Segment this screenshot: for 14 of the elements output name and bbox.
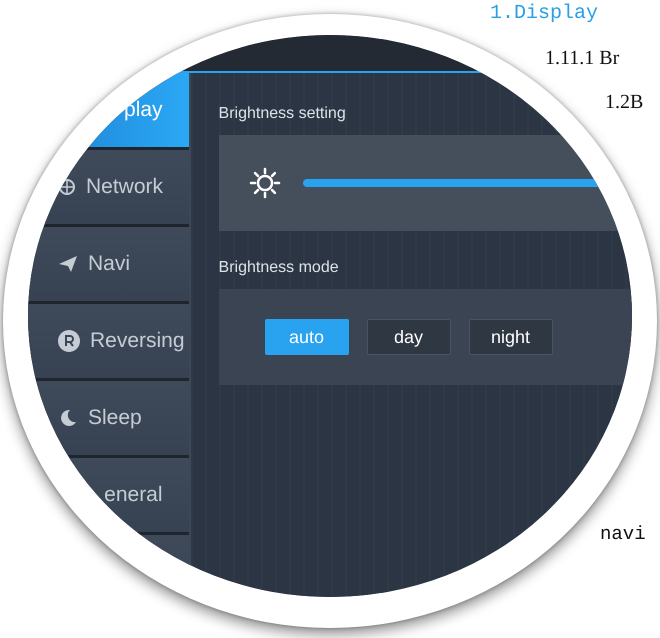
section-title: Brightness mode xyxy=(218,259,340,277)
paper-plane-icon xyxy=(58,255,78,273)
document-heading: 1.Display xyxy=(490,2,598,26)
document-text: navi xyxy=(600,522,646,546)
sidebar-item[interactable]: Navi xyxy=(28,227,189,301)
document-text: 1.2B xyxy=(605,90,644,114)
mode-button[interactable]: day xyxy=(366,319,451,355)
sidebar-item[interactable]: Reversing xyxy=(28,304,189,378)
document-text: 1.11.1 Br xyxy=(545,46,620,70)
moon-icon xyxy=(58,408,78,428)
globe-icon xyxy=(58,178,76,196)
reverse-gear-icon xyxy=(58,330,80,352)
mode-button[interactable]: night xyxy=(468,319,553,355)
section-title: Brightness setting xyxy=(218,105,347,123)
